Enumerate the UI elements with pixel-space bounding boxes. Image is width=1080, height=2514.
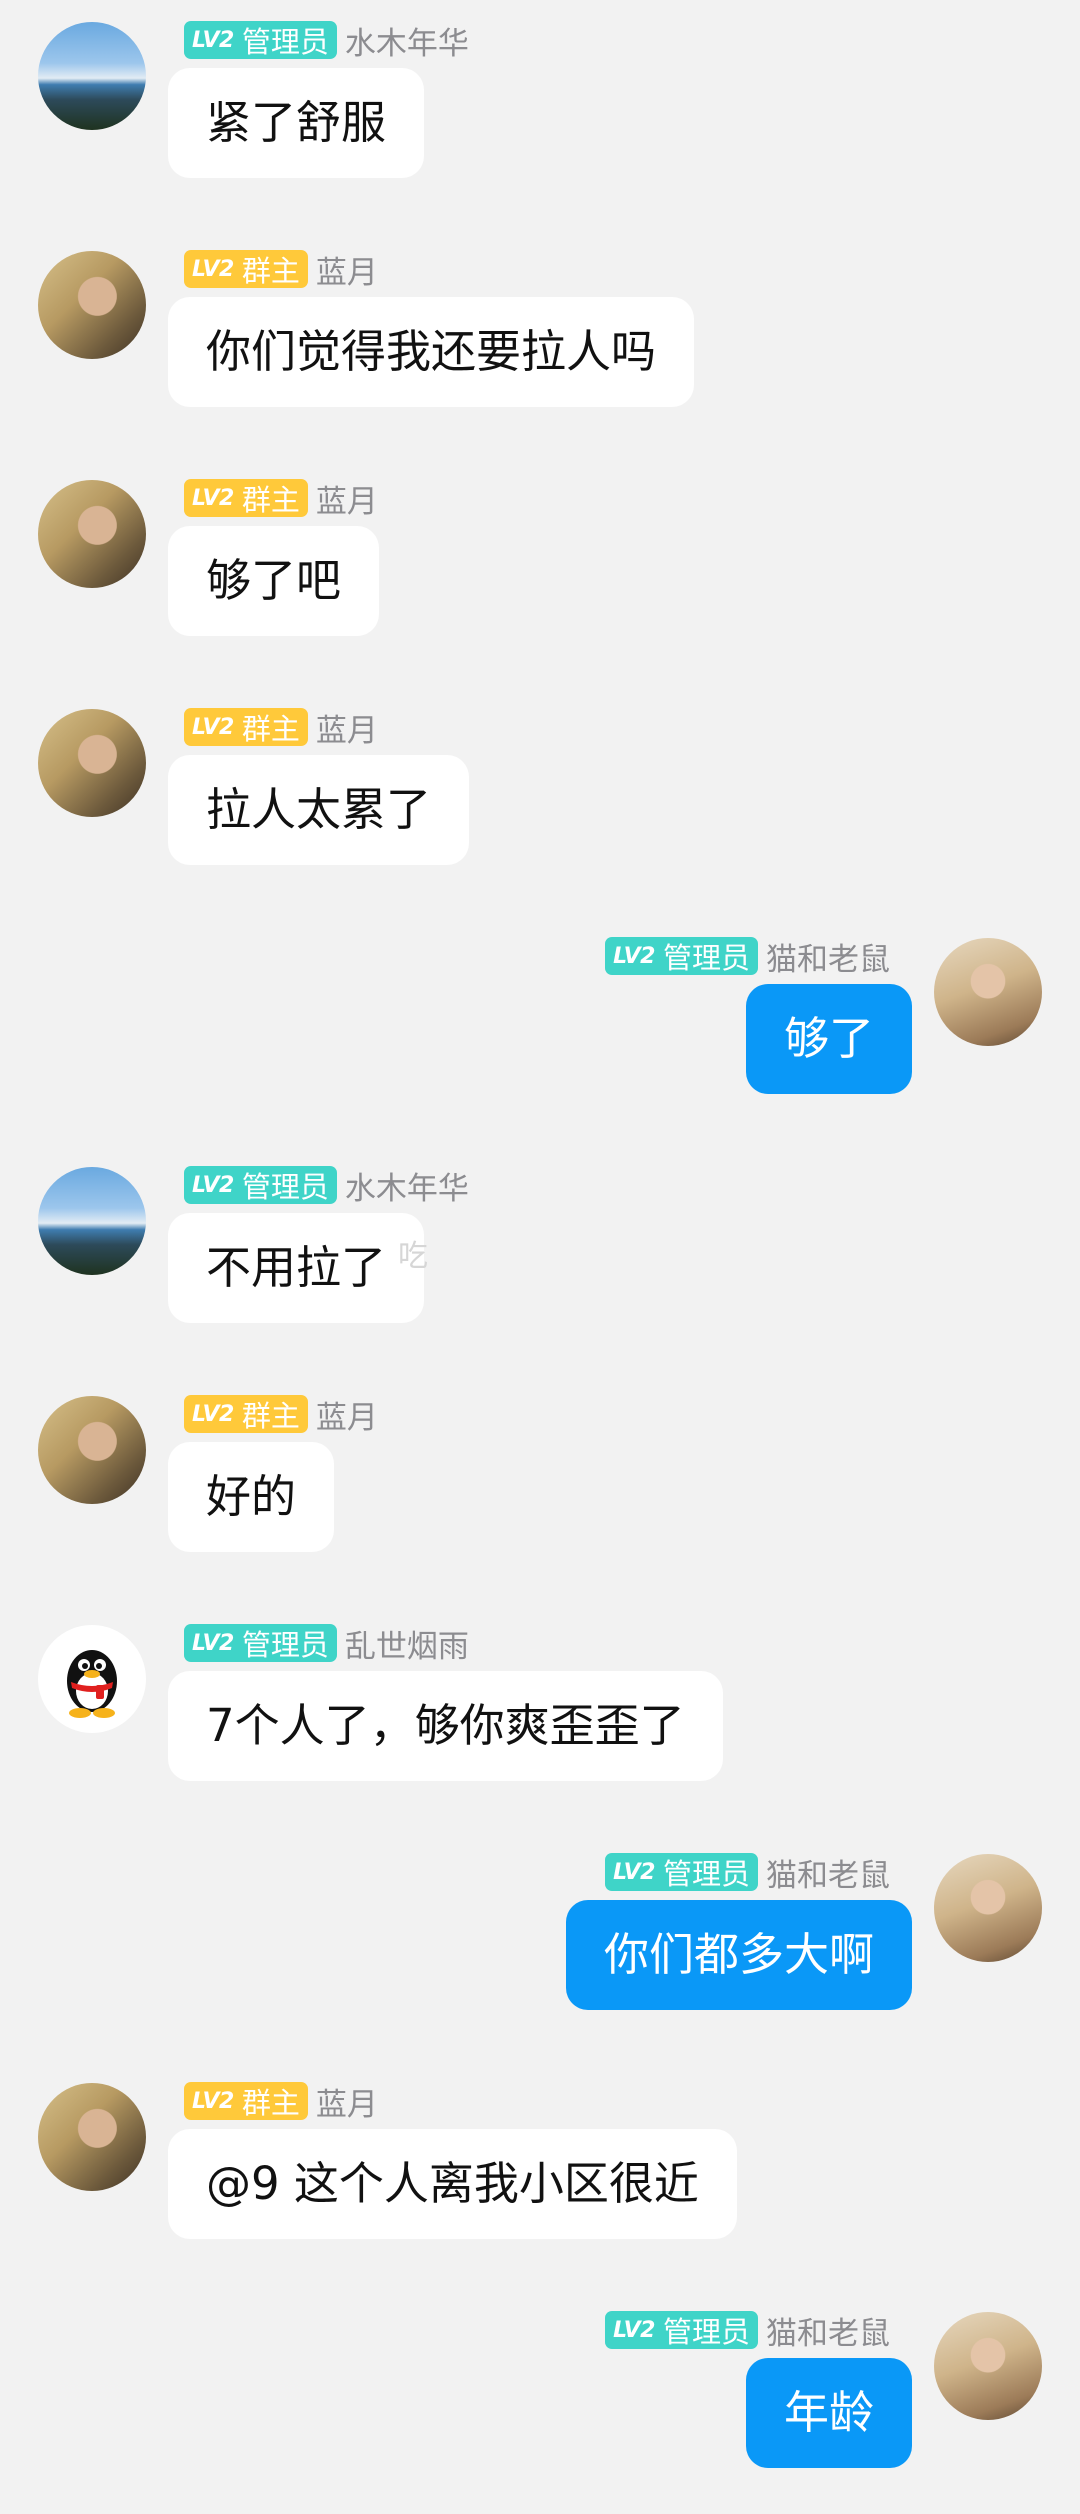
message-bubble[interactable]: 够了 [745, 984, 912, 1094]
owner-badge: LV2 群主 [184, 250, 308, 288]
girl-avatar[interactable] [38, 2083, 146, 2191]
sender-meta: LV2 管理员 猫和老鼠 [605, 1850, 890, 1895]
sender-nickname[interactable]: 蓝月 [316, 1392, 378, 1437]
admin-badge: LV2 管理员 [184, 21, 337, 59]
level-label: LV2 [613, 1859, 655, 1885]
qq-penguin-icon [67, 1650, 117, 1718]
owner-badge: LV2 群主 [184, 708, 308, 746]
girl-avatar[interactable] [38, 251, 146, 359]
girl-avatar[interactable] [38, 1396, 146, 1504]
admin-badge: LV2 管理员 [184, 1624, 337, 1662]
sender-meta: LV2 管理员 乱世烟雨 [184, 1621, 469, 1666]
sender-meta: LV2 群主 蓝月 [184, 247, 378, 292]
level-label: LV2 [192, 1401, 234, 1427]
faint-glyph: 吃 [398, 1239, 428, 1274]
admin-badge: LV2 管理员 [605, 2311, 758, 2349]
level-label: LV2 [192, 1630, 234, 1656]
admin-badge: LV2 管理员 [605, 1853, 758, 1891]
level-label: LV2 [192, 2088, 234, 2114]
admin-badge: LV2 管理员 [184, 1166, 337, 1204]
sender-meta: LV2 管理员 水木年华 [184, 1163, 469, 1208]
sky-avatar[interactable] [38, 1167, 146, 1275]
sender-nickname[interactable]: 猫和老鼠 [766, 1850, 890, 1895]
level-label: LV2 [192, 485, 234, 511]
sender-meta: LV2 群主 蓝月 [184, 2079, 378, 2124]
chat-message-incoming: LV2 管理员 水木年华 不用拉了 吃 [0, 1165, 1080, 1365]
sender-meta: LV2 群主 蓝月 [184, 705, 378, 750]
sender-nickname[interactable]: 猫和老鼠 [766, 934, 890, 979]
chat-message-outgoing: LV2 管理员 猫和老鼠 年龄 [0, 2310, 1080, 2510]
role-label: 管理员 [241, 25, 329, 59]
message-bubble[interactable]: 不用拉了 [168, 1213, 425, 1323]
level-label: LV2 [613, 2317, 655, 2343]
role-label: 管理员 [662, 1857, 750, 1891]
owner-badge: LV2 群主 [184, 2082, 308, 2120]
sender-nickname[interactable]: 水木年华 [345, 18, 469, 63]
chat-message-incoming: LV2 管理员 水木年华 紧了舒服 [0, 20, 1080, 220]
message-bubble[interactable]: 你们都多大啊 [565, 1900, 912, 2010]
sender-nickname[interactable]: 水木年华 [345, 1163, 469, 1208]
message-bubble[interactable]: 你们觉得我还要拉人吗 [168, 297, 695, 407]
chat-message-incoming: LV2 群主 蓝月 你们觉得我还要拉人吗 [0, 249, 1080, 449]
role-label: 群主 [241, 1399, 300, 1433]
chat-message-outgoing: LV2 管理员 猫和老鼠 你们都多大啊 [0, 1852, 1080, 2052]
message-bubble[interactable]: 拉人太累了 [168, 755, 470, 865]
level-label: LV2 [192, 256, 234, 282]
self-avatar[interactable] [934, 2312, 1042, 2420]
role-label: 管理员 [662, 2315, 750, 2349]
sender-meta: LV2 管理员 水木年华 [184, 18, 469, 63]
admin-badge: LV2 管理员 [605, 937, 758, 975]
self-avatar[interactable] [934, 1854, 1042, 1962]
girl-avatar[interactable] [38, 709, 146, 817]
girl-avatar[interactable] [38, 480, 146, 588]
message-bubble[interactable]: 7个人了，够你爽歪歪了 [168, 1671, 723, 1781]
sender-meta: LV2 管理员 猫和老鼠 [605, 2308, 890, 2353]
sender-nickname[interactable]: 蓝月 [316, 476, 378, 521]
role-label: 群主 [241, 2086, 300, 2120]
role-label: 管理员 [241, 1628, 329, 1662]
chat-message-incoming: LV2 管理员 乱世烟雨 7个人了，够你爽歪歪了 [0, 1623, 1080, 1823]
chat-message-incoming: LV2 群主 蓝月 @9 这个人离我小区很近 [0, 2081, 1080, 2281]
sender-meta: LV2 群主 蓝月 [184, 476, 378, 521]
role-label: 群主 [241, 712, 300, 746]
sender-meta: LV2 群主 蓝月 [184, 1392, 378, 1437]
message-bubble[interactable]: 年龄 [745, 2358, 912, 2468]
chat-message-list[interactable]: LV2 管理员 水木年华 紧了舒服 LV2 群主 蓝月 你们觉得我还要拉人吗 L… [0, 0, 1080, 2514]
chat-message-incoming: LV2 群主 蓝月 够了吧 [0, 478, 1080, 678]
chat-message-incoming: LV2 群主 蓝月 好的 [0, 1394, 1080, 1594]
message-bubble[interactable]: 够了吧 [168, 526, 380, 636]
message-bubble[interactable]: @9 这个人离我小区很近 [168, 2129, 737, 2239]
sender-meta: LV2 管理员 猫和老鼠 [605, 934, 890, 979]
message-bubble[interactable]: 好的 [168, 1442, 335, 1552]
level-label: LV2 [613, 943, 655, 969]
role-label: 管理员 [241, 1170, 329, 1204]
message-bubble[interactable]: 紧了舒服 [168, 68, 425, 178]
role-label: 群主 [241, 483, 300, 517]
owner-badge: LV2 群主 [184, 479, 308, 517]
owner-badge: LV2 群主 [184, 1395, 308, 1433]
level-label: LV2 [192, 27, 234, 53]
sender-nickname[interactable]: 蓝月 [316, 247, 378, 292]
sender-nickname[interactable]: 乱世烟雨 [345, 1621, 469, 1666]
qq-penguin-avatar[interactable] [38, 1625, 146, 1733]
role-label: 群主 [241, 254, 300, 288]
sender-nickname[interactable]: 蓝月 [316, 2079, 378, 2124]
level-label: LV2 [192, 1172, 234, 1198]
chat-message-outgoing: LV2 管理员 猫和老鼠 够了 [0, 936, 1080, 1136]
self-avatar[interactable] [934, 938, 1042, 1046]
level-label: LV2 [192, 714, 234, 740]
sender-nickname[interactable]: 猫和老鼠 [766, 2308, 890, 2353]
role-label: 管理员 [662, 941, 750, 975]
sky-avatar[interactable] [38, 22, 146, 130]
chat-message-incoming: LV2 群主 蓝月 拉人太累了 [0, 707, 1080, 907]
sender-nickname[interactable]: 蓝月 [316, 705, 378, 750]
